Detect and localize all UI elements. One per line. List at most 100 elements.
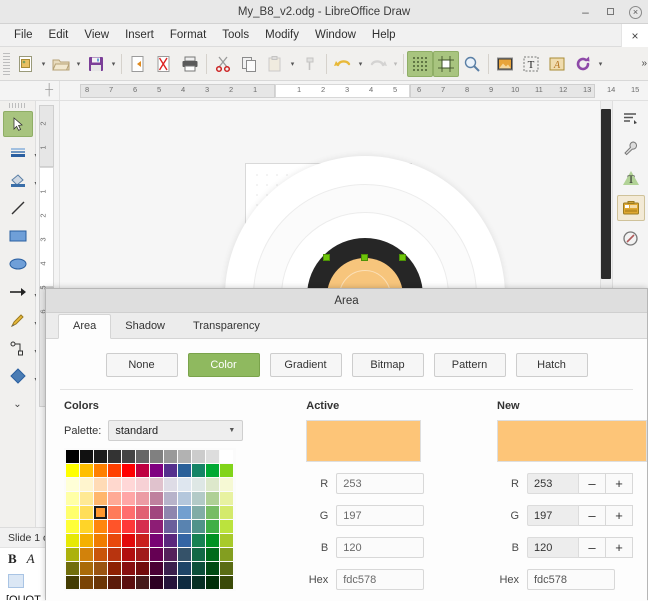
color-swatch[interactable] — [136, 548, 149, 561]
color-swatch[interactable] — [206, 520, 219, 533]
color-swatch[interactable] — [94, 576, 107, 589]
new-r-increment-button[interactable]: + — [606, 473, 633, 494]
color-swatch[interactable] — [150, 464, 163, 477]
color-swatch[interactable] — [108, 464, 121, 477]
new-g-input[interactable]: 197 — [527, 505, 579, 526]
print-preview-icon[interactable] — [151, 51, 177, 77]
color-swatch[interactable] — [164, 478, 177, 491]
color-swatch[interactable] — [178, 450, 191, 463]
color-swatch[interactable] — [220, 576, 233, 589]
color-swatch[interactable] — [206, 478, 219, 491]
color-swatch[interactable] — [108, 506, 121, 519]
color-swatch[interactable] — [206, 464, 219, 477]
color-swatch[interactable] — [80, 450, 93, 463]
menu-format[interactable]: Format — [162, 27, 214, 43]
color-swatch[interactable] — [80, 520, 93, 533]
select-tool[interactable] — [2, 111, 33, 137]
save-document-dropdown-icon[interactable]: ▾ — [109, 51, 118, 77]
color-swatch[interactable] — [80, 548, 93, 561]
color-swatch[interactable] — [136, 478, 149, 491]
color-swatch[interactable] — [108, 548, 121, 561]
menu-file[interactable]: File — [6, 27, 41, 43]
color-swatch[interactable] — [66, 478, 79, 491]
color-swatch[interactable] — [150, 548, 163, 561]
color-swatch[interactable] — [122, 562, 135, 575]
color-swatch[interactable] — [66, 562, 79, 575]
undo-dropdown-icon[interactable]: ▾ — [356, 51, 365, 77]
color-swatch[interactable] — [80, 562, 93, 575]
insert-image-icon[interactable] — [492, 51, 518, 77]
new-r-input[interactable]: 253 — [527, 473, 579, 494]
properties-icon[interactable] — [617, 135, 645, 161]
sidebar-settings-icon[interactable] — [617, 105, 645, 131]
color-swatch[interactable] — [192, 562, 205, 575]
color-swatch[interactable] — [164, 576, 177, 589]
menu-window[interactable]: Window — [307, 27, 364, 43]
color-swatch[interactable] — [206, 450, 219, 463]
color-swatch[interactable] — [136, 464, 149, 477]
close-window-button[interactable]: × — [629, 5, 642, 19]
paste-dropdown-icon[interactable]: ▾ — [288, 51, 297, 77]
styles-icon[interactable]: T — [617, 165, 645, 191]
color-swatch[interactable] — [108, 478, 121, 491]
copy-icon[interactable] — [236, 51, 262, 77]
lines-and-arrows-tool[interactable]: ▾ — [3, 279, 38, 305]
color-swatch[interactable] — [178, 506, 191, 519]
color-swatch[interactable] — [150, 520, 163, 533]
color-swatch[interactable] — [150, 562, 163, 575]
color-swatch[interactable] — [108, 576, 121, 589]
new-g-decrement-button[interactable]: – — [579, 505, 606, 526]
fill-type-color-button[interactable]: Color — [187, 353, 260, 377]
color-swatch[interactable] — [220, 562, 233, 575]
color-swatch[interactable] — [192, 534, 205, 547]
selection-handle[interactable] — [361, 254, 368, 261]
selection-handle[interactable] — [323, 254, 330, 261]
rectangle-tool[interactable] — [3, 223, 33, 249]
color-swatch[interactable] — [122, 576, 135, 589]
color-swatch[interactable] — [122, 450, 135, 463]
color-swatch[interactable] — [122, 478, 135, 491]
insert-text-box-icon[interactable]: T — [518, 51, 544, 77]
export-pdf-icon[interactable] — [125, 51, 151, 77]
color-swatch[interactable] — [80, 506, 93, 519]
color-swatch[interactable] — [206, 562, 219, 575]
drawing-toolbar-overflow[interactable]: ⌄ — [3, 391, 33, 417]
insert-line-tool[interactable] — [3, 195, 33, 221]
color-swatch[interactable] — [80, 576, 93, 589]
fill-type-bitmap-button[interactable]: Bitmap — [351, 353, 424, 377]
color-swatch[interactable] — [178, 464, 191, 477]
gallery-icon[interactable] — [616, 195, 645, 221]
toolbar-overflow-icon[interactable]: » — [641, 58, 646, 69]
color-swatch[interactable] — [192, 450, 205, 463]
color-swatch[interactable] — [122, 534, 135, 547]
color-swatch[interactable] — [136, 562, 149, 575]
bold-button[interactable]: B — [8, 551, 17, 567]
color-swatch[interactable] — [220, 492, 233, 505]
color-swatch[interactable] — [94, 492, 107, 505]
color-swatch[interactable] — [150, 478, 163, 491]
color-swatch[interactable] — [150, 534, 163, 547]
color-swatch[interactable] — [108, 450, 121, 463]
color-swatch[interactable] — [164, 464, 177, 477]
color-swatch[interactable] — [66, 534, 79, 547]
color-swatch[interactable] — [164, 520, 177, 533]
color-swatch[interactable] — [108, 492, 121, 505]
color-swatch[interactable] — [164, 534, 177, 547]
fill-type-none-button[interactable]: None — [105, 353, 178, 377]
color-swatch[interactable] — [136, 520, 149, 533]
maximize-button[interactable] — [604, 6, 617, 19]
new-document-dropdown-icon[interactable]: ▾ — [39, 51, 48, 77]
color-swatch[interactable] — [206, 576, 219, 589]
color-swatch[interactable] — [94, 520, 107, 533]
color-swatch[interactable] — [108, 562, 121, 575]
color-swatch[interactable] — [136, 506, 149, 519]
color-swatch[interactable] — [220, 478, 233, 491]
color-swatch[interactable] — [80, 492, 93, 505]
color-swatch[interactable] — [178, 534, 191, 547]
horizontal-ruler[interactable]: 8 7 6 5 4 3 2 1 1 2 3 4 5 6 7 8 9 10 11 … — [60, 81, 648, 100]
fontwork-icon[interactable]: A — [544, 51, 570, 77]
color-swatch[interactable] — [178, 562, 191, 575]
new-b-decrement-button[interactable]: – — [579, 537, 606, 558]
color-swatch[interactable] — [66, 506, 79, 519]
undo-icon[interactable] — [330, 51, 356, 77]
